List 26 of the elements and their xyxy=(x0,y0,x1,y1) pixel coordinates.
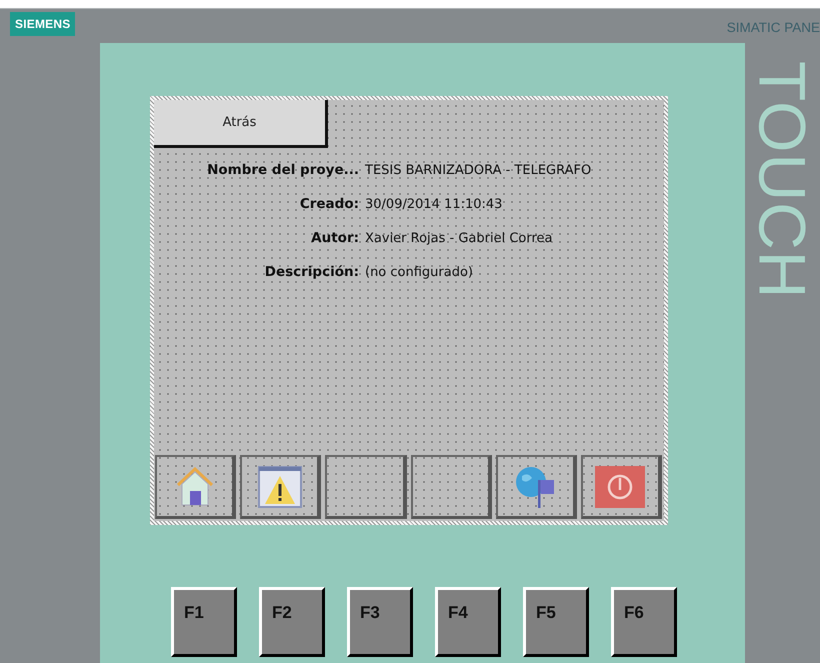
field-label: Nombre del proye... xyxy=(207,162,359,178)
field-value: 30/09/2014 11:10:43 xyxy=(365,196,504,212)
field-label: Autor: xyxy=(311,230,359,246)
field-value: TESIS BARNIZADORA - TELEGRAFO xyxy=(365,162,592,178)
field-label: Creado: xyxy=(300,196,359,212)
screen-button[interactable] xyxy=(325,455,407,519)
function-key[interactable]: F3 xyxy=(347,587,413,657)
side-label: TOUCH xyxy=(750,61,816,300)
function-key[interactable]: F4 xyxy=(435,587,501,657)
screen-button[interactable] xyxy=(240,455,322,519)
warning-window-icon xyxy=(256,464,303,510)
power-icon xyxy=(595,464,646,510)
field-value: Xavier Rojas - Gabriel Correa xyxy=(365,230,554,246)
field-value: (no configurado) xyxy=(365,264,474,280)
function-key[interactable]: F1 xyxy=(171,587,237,657)
model-label: SIMATIC PANE xyxy=(726,20,820,35)
screen-button[interactable] xyxy=(496,455,577,519)
screen-button[interactable] xyxy=(155,455,236,519)
function-key[interactable]: F6 xyxy=(611,587,677,657)
function-key[interactable]: F2 xyxy=(259,587,325,657)
screen-button[interactable] xyxy=(410,455,492,519)
brand-logo: SIEMENS xyxy=(10,12,76,36)
back-button[interactable]: Atrás xyxy=(154,100,328,148)
screen-button[interactable] xyxy=(580,455,662,519)
function-key[interactable]: F5 xyxy=(523,587,589,657)
field-label: Descripción: xyxy=(264,264,359,280)
